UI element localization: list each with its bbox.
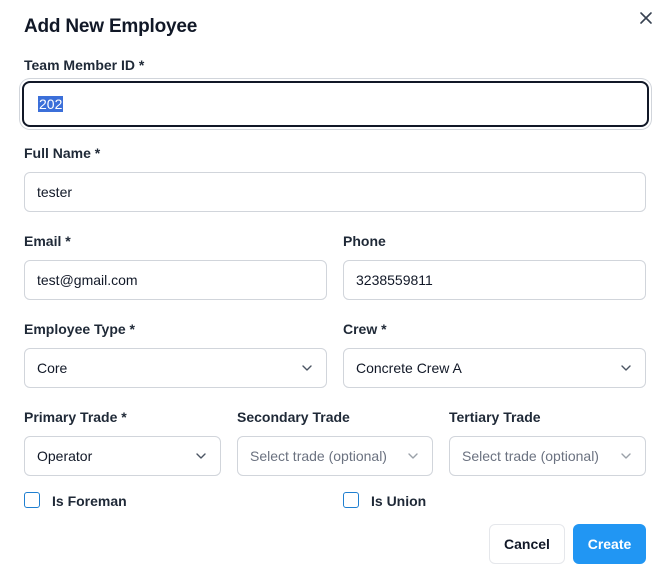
chevron-down-icon	[408, 453, 418, 459]
is-union-label: Is Union	[371, 493, 427, 509]
chevron-down-icon	[621, 365, 631, 371]
employee-type-select[interactable]: Core	[24, 348, 327, 388]
primary-trade-value: Operator	[37, 448, 93, 464]
crew-select[interactable]: Concrete Crew A	[343, 348, 646, 388]
phone-label: Phone	[343, 233, 386, 249]
close-icon[interactable]	[636, 8, 656, 28]
tertiary-trade-label: Tertiary Trade	[449, 409, 541, 425]
primary-trade-select[interactable]: Operator	[24, 436, 221, 476]
crew-label: Crew *	[343, 321, 387, 337]
team-member-id-label: Team Member ID *	[24, 57, 145, 73]
primary-trade-label: Primary Trade *	[24, 409, 127, 425]
dialog-title: Add New Employee	[24, 16, 198, 37]
team-member-id-value: 202	[38, 96, 64, 112]
tertiary-trade-placeholder: Select trade (optional)	[462, 448, 599, 464]
phone-input[interactable]: 3238559811	[343, 260, 646, 300]
is-foreman-label: Is Foreman	[52, 493, 127, 509]
phone-value: 3238559811	[356, 272, 433, 288]
is-union-checkbox[interactable]	[343, 492, 359, 508]
chevron-down-icon	[621, 453, 631, 459]
email-label: Email *	[24, 233, 71, 249]
employee-type-label: Employee Type *	[24, 321, 136, 337]
crew-value: Concrete Crew A	[356, 360, 462, 376]
email-value: test@gmail.com	[37, 272, 138, 288]
full-name-input[interactable]: tester	[24, 172, 646, 212]
full-name-value: tester	[37, 184, 73, 200]
secondary-trade-placeholder: Select trade (optional)	[250, 448, 387, 464]
add-employee-dialog: Add New Employee Team Member ID * 202 Fu…	[0, 0, 656, 585]
chevron-down-icon	[196, 453, 206, 459]
chevron-down-icon	[302, 365, 312, 371]
employee-type-value: Core	[37, 360, 68, 376]
cancel-button[interactable]: Cancel	[489, 524, 565, 564]
tertiary-trade-select[interactable]: Select trade (optional)	[449, 436, 646, 476]
email-input[interactable]: test@gmail.com	[24, 260, 327, 300]
secondary-trade-select[interactable]: Select trade (optional)	[237, 436, 433, 476]
secondary-trade-label: Secondary Trade	[237, 409, 350, 425]
full-name-label: Full Name *	[24, 145, 101, 161]
team-member-id-input[interactable]: 202	[22, 81, 649, 127]
create-button[interactable]: Create	[573, 524, 646, 564]
is-foreman-checkbox[interactable]	[24, 492, 40, 508]
